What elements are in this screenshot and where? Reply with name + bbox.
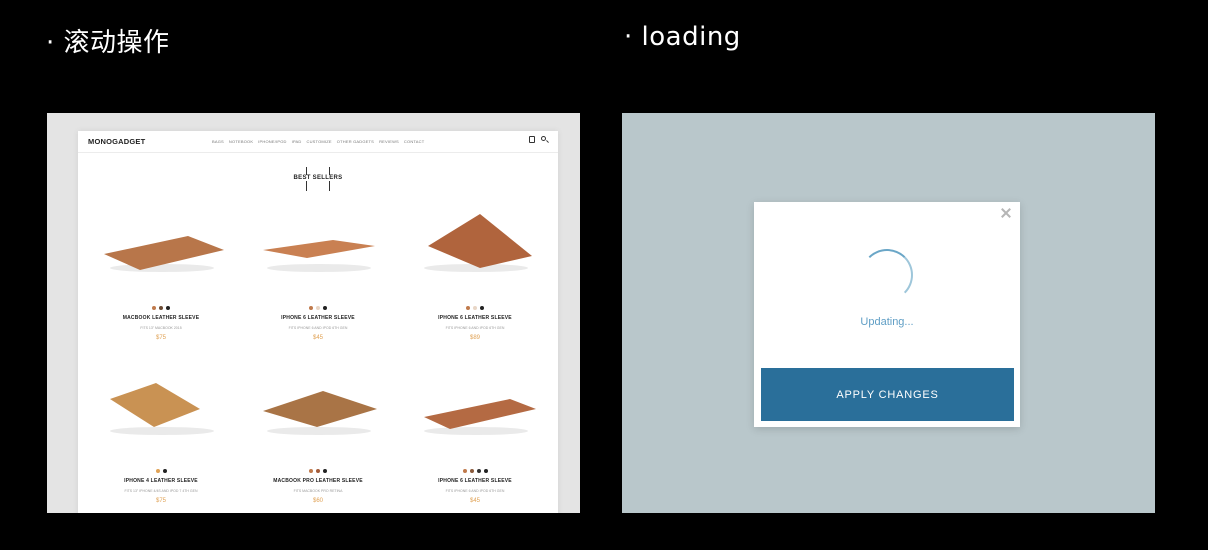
- product-image[interactable]: [253, 206, 383, 276]
- caption-scroll: · 滚动操作: [46, 28, 170, 58]
- color-swatch[interactable]: [480, 306, 484, 310]
- product-compatibility: FITS 13" MACBOOK 2015: [140, 326, 182, 330]
- product-name[interactable]: IPHONE 6 LEATHER SLEEVE: [400, 315, 550, 321]
- store-page: MONOGADGET BAGS NOTEBOOK IPHONE/IPOD IPA…: [78, 131, 558, 513]
- product-compatibility: FITS IPHONE 6 AND IPOD 6TH GEN: [445, 489, 505, 493]
- color-swatch[interactable]: [316, 306, 320, 310]
- product-price: $89: [469, 335, 480, 341]
- color-swatch[interactable]: [316, 469, 320, 473]
- nav-menu: BAGS NOTEBOOK IPHONE/IPOD IPAD CUSTOMIZE…: [212, 139, 424, 144]
- loading-modal: Updating... APPLY CHANGES: [754, 202, 1020, 427]
- color-swatch[interactable]: [466, 306, 470, 310]
- color-swatch[interactable]: [166, 306, 170, 310]
- color-swatch[interactable]: [483, 469, 488, 473]
- color-swatch[interactable]: [323, 306, 327, 310]
- color-swatch[interactable]: [473, 306, 477, 310]
- spinner-icon: [861, 249, 913, 301]
- color-swatch[interactable]: [159, 306, 163, 310]
- site-logo[interactable]: MONOGADGET: [88, 137, 145, 146]
- nav-item[interactable]: CUSTOMIZE: [306, 139, 331, 144]
- nav-item[interactable]: OTHER GADGETS: [337, 139, 374, 144]
- search-icon[interactable]: [541, 136, 548, 143]
- product-compatibility: FITS 13" IPHONE 4/4S AND IPOD 7 4TH GEN: [124, 489, 198, 493]
- product-image[interactable]: [96, 206, 226, 276]
- loading-demo-panel: Updating... APPLY CHANGES: [622, 113, 1155, 513]
- header-actions: [529, 136, 548, 143]
- site-header: MONOGADGET BAGS NOTEBOOK IPHONE/IPOD IPA…: [78, 131, 558, 153]
- close-icon[interactable]: [1001, 208, 1011, 218]
- color-swatches: [400, 306, 550, 310]
- product-name[interactable]: IPHONE 6 LEATHER SLEEVE: [243, 315, 393, 321]
- bag-icon[interactable]: [529, 136, 535, 143]
- product-price: $75: [155, 498, 166, 504]
- color-swatches: [86, 469, 236, 473]
- scroll-demo-panel: MONOGADGET BAGS NOTEBOOK IPHONE/IPOD IPA…: [47, 113, 580, 513]
- product-compatibility: FITS IPHONE 6 AND IPOD 6TH GEN: [445, 326, 505, 330]
- color-swatch[interactable]: [462, 469, 467, 473]
- color-swatch[interactable]: [323, 469, 327, 473]
- caption-loading: · loading: [624, 22, 741, 52]
- product-price: $45: [312, 335, 323, 341]
- color-swatches: [243, 306, 393, 310]
- color-swatches: [400, 469, 550, 473]
- product-price: $75: [155, 335, 166, 341]
- section-title: BEST SELLERS: [283, 175, 353, 181]
- product-name[interactable]: IPHONE 4 LEATHER SLEEVE: [86, 478, 236, 484]
- product-name[interactable]: MACBOOK PRO LEATHER SLEEVE: [243, 478, 393, 484]
- product-compatibility: FITS MACBOOK PRO RETINA: [293, 489, 343, 493]
- product-image[interactable]: [410, 206, 540, 276]
- product-name[interactable]: MACBOOK LEATHER SLEEVE: [86, 315, 236, 321]
- color-swatch[interactable]: [155, 469, 160, 473]
- product-name[interactable]: IPHONE 6 LEATHER SLEEVE: [400, 478, 550, 484]
- color-swatch[interactable]: [309, 469, 313, 473]
- color-swatch[interactable]: [476, 469, 481, 473]
- product-price: $45: [469, 498, 480, 504]
- product-price: $60: [312, 498, 323, 504]
- color-swatch[interactable]: [309, 306, 313, 310]
- apply-changes-button[interactable]: APPLY CHANGES: [761, 368, 1014, 421]
- best-sellers-heading: BEST SELLERS: [283, 167, 353, 191]
- color-swatch[interactable]: [162, 469, 167, 473]
- product-compatibility: FITS IPHONE 6 AND IPOD 6TH GEN: [288, 326, 348, 330]
- product-image[interactable]: [96, 369, 226, 439]
- color-swatches: [243, 469, 393, 473]
- nav-item[interactable]: CONTACT: [404, 139, 424, 144]
- color-swatch[interactable]: [469, 469, 474, 473]
- color-swatches: [86, 306, 236, 310]
- nav-item[interactable]: BAGS: [212, 139, 224, 144]
- product-image[interactable]: [253, 369, 383, 439]
- color-swatch[interactable]: [152, 306, 156, 310]
- product-image[interactable]: [410, 369, 540, 439]
- nav-item[interactable]: IPAD: [292, 139, 302, 144]
- nav-item[interactable]: REVIEWS: [379, 139, 399, 144]
- nav-item[interactable]: IPHONE/IPOD: [258, 139, 286, 144]
- nav-item[interactable]: NOTEBOOK: [229, 139, 253, 144]
- status-text: Updating...: [860, 316, 914, 328]
